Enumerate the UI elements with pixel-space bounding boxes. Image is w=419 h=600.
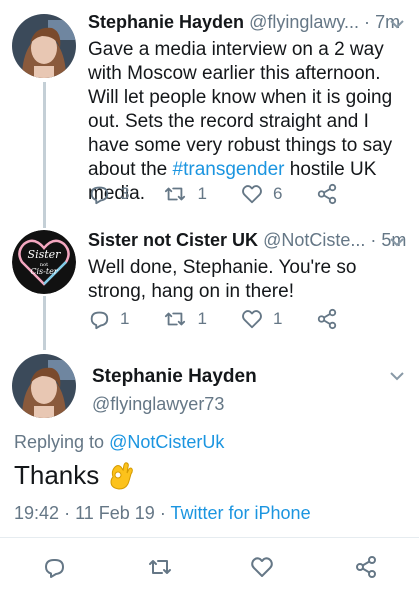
author-handle[interactable]: @NotCiste...	[263, 230, 365, 250]
tweet-text: Thanks	[14, 460, 134, 491]
reply-icon	[90, 311, 109, 330]
reply-button[interactable]: 3	[88, 183, 129, 205]
avatar-logo-text: Cis-ter	[30, 267, 58, 276]
chevron-down-icon[interactable]	[390, 372, 404, 381]
tweet-date: 11 Feb 19	[75, 503, 155, 523]
chevron-down-icon[interactable]	[390, 20, 404, 29]
hashtag-link[interactable]: #transgender	[173, 159, 285, 180]
share-button[interactable]	[316, 183, 338, 205]
reply-button[interactable]: 1	[88, 308, 129, 330]
reply-button[interactable]	[42, 555, 66, 584]
avatar-logo-text: Sister	[28, 248, 62, 261]
thread-line	[43, 82, 46, 228]
heart-icon	[242, 310, 262, 329]
separator: ·	[159, 503, 166, 523]
heart-icon	[251, 557, 273, 577]
thread-line	[43, 296, 46, 350]
like-count: 1	[272, 309, 283, 328]
author-handle[interactable]: @flyinglawyer73	[92, 394, 224, 415]
tweet-actions: 3 1 6	[88, 181, 338, 207]
share-button[interactable]	[354, 555, 378, 584]
retweet-icon	[165, 187, 186, 201]
tweet-time: 19:42	[14, 503, 60, 523]
replying-to-link[interactable]: @NotCisterUk	[109, 432, 224, 452]
avatar[interactable]	[12, 14, 76, 78]
separator: ·	[364, 12, 371, 32]
tweet-actions: 1 1 1	[88, 306, 338, 332]
reply-count: 1	[120, 309, 130, 328]
replying-label: Replying to	[14, 432, 105, 452]
retweet-button[interactable]	[147, 555, 173, 584]
retweet-count: 1	[197, 309, 207, 328]
author-handle[interactable]: @flyinglawy...	[249, 12, 359, 32]
share-icon	[356, 556, 376, 578]
retweet-icon	[165, 312, 186, 326]
like-button[interactable]: 6	[241, 183, 282, 205]
like-count: 6	[272, 184, 283, 203]
tweet-text: Well done, Stephanie. You're so strong, …	[88, 257, 357, 302]
tweet-header: Sister not Cister UK @NotCiste... · 5m	[88, 230, 406, 251]
separator: ·	[370, 230, 377, 250]
retweet-button[interactable]: 1	[163, 183, 207, 205]
retweet-icon	[149, 560, 171, 574]
reply-count: 3	[120, 184, 130, 203]
tweet-action-bar	[0, 548, 419, 588]
tweet-source-link[interactable]: Twitter for iPhone	[171, 503, 311, 523]
like-button[interactable]	[250, 555, 274, 584]
divider	[0, 537, 419, 538]
tweet-header: Stephanie Hayden @flyinglawy... · 7m	[88, 12, 400, 33]
reply-icon	[45, 559, 64, 578]
reply-icon	[90, 186, 109, 205]
share-button[interactable]	[316, 308, 338, 330]
tweet-meta: 19:42 · 11 Feb 19 · Twitter for iPhone	[14, 503, 311, 524]
author-name[interactable]: Stephanie Hayden	[92, 366, 257, 388]
chevron-down-icon[interactable]	[390, 238, 404, 247]
tweet-text-content: Thanks	[14, 460, 100, 490]
avatar[interactable]: Sister not Cis-ter	[12, 230, 76, 294]
share-icon	[318, 308, 337, 330]
retweet-count: 1	[197, 184, 207, 203]
retweet-button[interactable]: 1	[163, 308, 207, 330]
like-button[interactable]: 1	[241, 308, 282, 330]
ok-hand-emoji-icon	[110, 461, 134, 490]
author-name[interactable]: Stephanie Hayden	[88, 12, 244, 32]
share-icon	[318, 183, 337, 205]
heart-icon	[242, 185, 262, 204]
replying-to: Replying to @NotCisterUk	[14, 432, 224, 453]
separator: ·	[64, 503, 71, 523]
avatar[interactable]	[12, 354, 76, 418]
author-name[interactable]: Sister not Cister UK	[88, 230, 258, 250]
